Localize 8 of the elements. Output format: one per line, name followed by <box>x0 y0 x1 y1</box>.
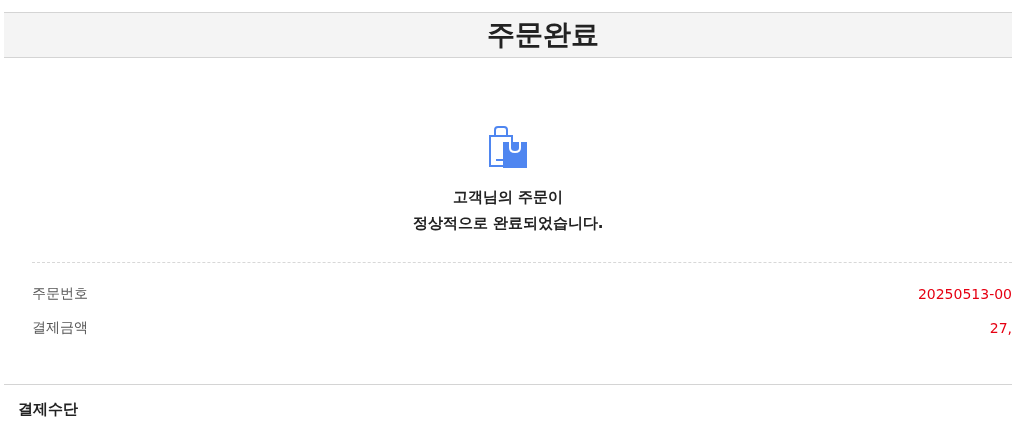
section-title: 결제수단 <box>18 400 78 418</box>
summary-label: 주문번호 <box>32 285 88 303</box>
summary-label: 결제금액 <box>32 319 88 337</box>
completion-message: 고객님의 주문이 정상적으로 완료되었습니다. <box>412 187 604 234</box>
shopping-bag-icon <box>488 126 528 168</box>
summary-value: 20250513-00 <box>917 286 1012 302</box>
page-title: 주문완료 <box>487 17 599 53</box>
summary-value: 27, <box>989 320 1012 336</box>
